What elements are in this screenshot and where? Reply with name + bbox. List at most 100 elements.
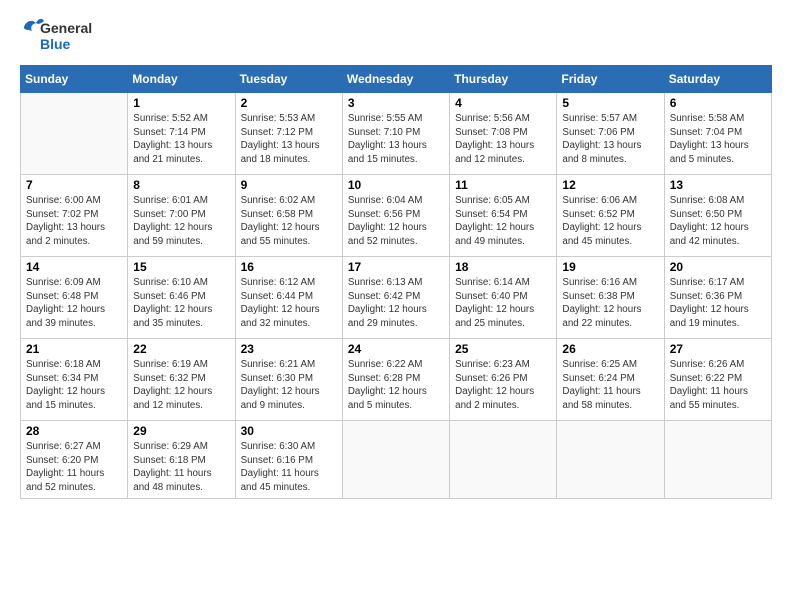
day-info: Sunrise: 6:09 AMSunset: 6:48 PMDaylight:… xyxy=(26,276,122,331)
calendar-cell: 27 Sunrise: 6:26 AMSunset: 6:22 PMDayligh… xyxy=(664,339,771,421)
calendar-table: SundayMondayTuesdayWednesdayThursdayFrid… xyxy=(20,65,772,499)
calendar-cell: 10 Sunrise: 6:04 AMSunset: 6:56 PMDayligh… xyxy=(342,175,449,257)
calendar-week-row: 28 Sunrise: 6:27 AMSunset: 6:20 PMDayligh… xyxy=(21,421,772,499)
calendar-cell: 30Sunrise: 6:30 AMSunset: 6:16 PMDayligh… xyxy=(235,421,342,499)
weekday-header: Tuesday xyxy=(235,66,342,93)
weekday-header: Friday xyxy=(557,66,664,93)
day-number: 29 xyxy=(133,424,229,438)
day-info: Sunrise: 6:19 AMSunset: 6:32 PMDaylight:… xyxy=(133,358,229,413)
day-number: 10 xyxy=(348,178,444,192)
calendar-cell: 17 Sunrise: 6:13 AMSunset: 6:42 PMDayligh… xyxy=(342,257,449,339)
day-info: Sunrise: 5:58 AMSunset: 7:04 PMDaylight:… xyxy=(670,112,766,167)
calendar-week-row: 14Sunrise: 6:09 AMSunset: 6:48 PMDayligh… xyxy=(21,257,772,339)
day-number: 23 xyxy=(241,342,337,356)
day-number: 1 xyxy=(133,96,229,110)
day-info: Sunrise: 6:29 AMSunset: 6:18 PMDaylight:… xyxy=(133,440,229,495)
day-number: 20 xyxy=(670,260,766,274)
logo-svg: GeneralBlue xyxy=(20,15,100,57)
day-info: Sunrise: 6:30 AMSunset: 6:16 PMDaylight:… xyxy=(241,440,337,495)
day-info: Sunrise: 6:08 AMSunset: 6:50 PMDaylight:… xyxy=(670,194,766,249)
day-number: 24 xyxy=(348,342,444,356)
calendar-cell: 13 Sunrise: 6:08 AMSunset: 6:50 PMDayligh… xyxy=(664,175,771,257)
day-number: 6 xyxy=(670,96,766,110)
calendar-cell: 4 Sunrise: 5:56 AMSunset: 7:08 PMDaylight… xyxy=(450,93,557,175)
day-info: Sunrise: 6:06 AMSunset: 6:52 PMDaylight:… xyxy=(562,194,658,249)
day-info: Sunrise: 6:12 AMSunset: 6:44 PMDaylight:… xyxy=(241,276,337,331)
calendar-cell: 20 Sunrise: 6:17 AMSunset: 6:36 PMDayligh… xyxy=(664,257,771,339)
day-info: Sunrise: 6:27 AMSunset: 6:20 PMDaylight:… xyxy=(26,440,122,495)
calendar-cell: 1Sunrise: 5:52 AMSunset: 7:14 PMDaylight… xyxy=(128,93,235,175)
calendar-week-row: 1Sunrise: 5:52 AMSunset: 7:14 PMDaylight… xyxy=(21,93,772,175)
calendar-cell: 26 Sunrise: 6:25 AMSunset: 6:24 PMDayligh… xyxy=(557,339,664,421)
day-info: Sunrise: 6:13 AMSunset: 6:42 PMDaylight:… xyxy=(348,276,444,331)
day-number: 15 xyxy=(133,260,229,274)
day-info: Sunrise: 6:00 AMSunset: 7:02 PMDaylight:… xyxy=(26,194,122,249)
day-info: Sunrise: 5:57 AMSunset: 7:06 PMDaylight:… xyxy=(562,112,658,167)
weekday-header-row: SundayMondayTuesdayWednesdayThursdayFrid… xyxy=(21,66,772,93)
day-number: 28 xyxy=(26,424,122,438)
weekday-header: Sunday xyxy=(21,66,128,93)
calendar-cell: 29 Sunrise: 6:29 AMSunset: 6:18 PMDayligh… xyxy=(128,421,235,499)
day-info: Sunrise: 6:05 AMSunset: 6:54 PMDaylight:… xyxy=(455,194,551,249)
day-number: 5 xyxy=(562,96,658,110)
day-info: Sunrise: 5:56 AMSunset: 7:08 PMDaylight:… xyxy=(455,112,551,167)
day-number: 21 xyxy=(26,342,122,356)
day-info: Sunrise: 6:16 AMSunset: 6:38 PMDaylight:… xyxy=(562,276,658,331)
day-number: 19 xyxy=(562,260,658,274)
calendar-week-row: 21 Sunrise: 6:18 AMSunset: 6:34 PMDayligh… xyxy=(21,339,772,421)
day-info: Sunrise: 6:18 AMSunset: 6:34 PMDaylight:… xyxy=(26,358,122,413)
calendar-cell: 19 Sunrise: 6:16 AMSunset: 6:38 PMDayligh… xyxy=(557,257,664,339)
day-number: 2 xyxy=(241,96,337,110)
day-info: Sunrise: 6:17 AMSunset: 6:36 PMDaylight:… xyxy=(670,276,766,331)
day-number: 9 xyxy=(241,178,337,192)
logo: GeneralBlue xyxy=(20,15,100,57)
calendar-cell: 15 Sunrise: 6:10 AMSunset: 6:46 PMDayligh… xyxy=(128,257,235,339)
calendar-cell xyxy=(557,421,664,499)
day-info: Sunrise: 6:04 AMSunset: 6:56 PMDaylight:… xyxy=(348,194,444,249)
day-number: 18 xyxy=(455,260,551,274)
calendar-cell: 5 Sunrise: 5:57 AMSunset: 7:06 PMDaylight… xyxy=(557,93,664,175)
calendar-cell: 6 Sunrise: 5:58 AMSunset: 7:04 PMDaylight… xyxy=(664,93,771,175)
day-info: Sunrise: 6:21 AMSunset: 6:30 PMDaylight:… xyxy=(241,358,337,413)
day-info: Sunrise: 6:22 AMSunset: 6:28 PMDaylight:… xyxy=(348,358,444,413)
calendar-cell: 14Sunrise: 6:09 AMSunset: 6:48 PMDayligh… xyxy=(21,257,128,339)
day-info: Sunrise: 6:23 AMSunset: 6:26 PMDaylight:… xyxy=(455,358,551,413)
header-area: GeneralBlue xyxy=(20,15,772,57)
day-number: 26 xyxy=(562,342,658,356)
day-number: 27 xyxy=(670,342,766,356)
day-number: 25 xyxy=(455,342,551,356)
day-info: Sunrise: 6:02 AMSunset: 6:58 PMDaylight:… xyxy=(241,194,337,249)
calendar-cell: 12 Sunrise: 6:06 AMSunset: 6:52 PMDayligh… xyxy=(557,175,664,257)
calendar-cell: 28 Sunrise: 6:27 AMSunset: 6:20 PMDayligh… xyxy=(21,421,128,499)
calendar-cell: 2 Sunrise: 5:53 AMSunset: 7:12 PMDaylight… xyxy=(235,93,342,175)
day-number: 4 xyxy=(455,96,551,110)
day-number: 12 xyxy=(562,178,658,192)
day-number: 16 xyxy=(241,260,337,274)
day-number: 13 xyxy=(670,178,766,192)
day-info: Sunrise: 6:01 AMSunset: 7:00 PMDaylight:… xyxy=(133,194,229,249)
svg-text:Blue: Blue xyxy=(40,36,71,52)
day-number: 3 xyxy=(348,96,444,110)
calendar-cell: 18 Sunrise: 6:14 AMSunset: 6:40 PMDayligh… xyxy=(450,257,557,339)
calendar-cell: 23 Sunrise: 6:21 AMSunset: 6:30 PMDayligh… xyxy=(235,339,342,421)
day-info: Sunrise: 6:14 AMSunset: 6:40 PMDaylight:… xyxy=(455,276,551,331)
day-number: 11 xyxy=(455,178,551,192)
calendar-cell: 21 Sunrise: 6:18 AMSunset: 6:34 PMDayligh… xyxy=(21,339,128,421)
calendar-cell: 22Sunrise: 6:19 AMSunset: 6:32 PMDayligh… xyxy=(128,339,235,421)
weekday-header: Thursday xyxy=(450,66,557,93)
calendar-cell: 11 Sunrise: 6:05 AMSunset: 6:54 PMDayligh… xyxy=(450,175,557,257)
calendar-cell: 9 Sunrise: 6:02 AMSunset: 6:58 PMDaylight… xyxy=(235,175,342,257)
calendar-cell: 3 Sunrise: 5:55 AMSunset: 7:10 PMDaylight… xyxy=(342,93,449,175)
calendar-cell xyxy=(450,421,557,499)
weekday-header: Monday xyxy=(128,66,235,93)
day-info: Sunrise: 6:25 AMSunset: 6:24 PMDaylight:… xyxy=(562,358,658,413)
day-info: Sunrise: 6:26 AMSunset: 6:22 PMDaylight:… xyxy=(670,358,766,413)
day-info: Sunrise: 6:10 AMSunset: 6:46 PMDaylight:… xyxy=(133,276,229,331)
day-info: Sunrise: 5:55 AMSunset: 7:10 PMDaylight:… xyxy=(348,112,444,167)
calendar-cell: 24 Sunrise: 6:22 AMSunset: 6:28 PMDayligh… xyxy=(342,339,449,421)
day-number: 7 xyxy=(26,178,122,192)
calendar-cell: 16 Sunrise: 6:12 AMSunset: 6:44 PMDayligh… xyxy=(235,257,342,339)
day-info: Sunrise: 5:53 AMSunset: 7:12 PMDaylight:… xyxy=(241,112,337,167)
calendar-cell: 8Sunrise: 6:01 AMSunset: 7:00 PMDaylight… xyxy=(128,175,235,257)
day-number: 17 xyxy=(348,260,444,274)
